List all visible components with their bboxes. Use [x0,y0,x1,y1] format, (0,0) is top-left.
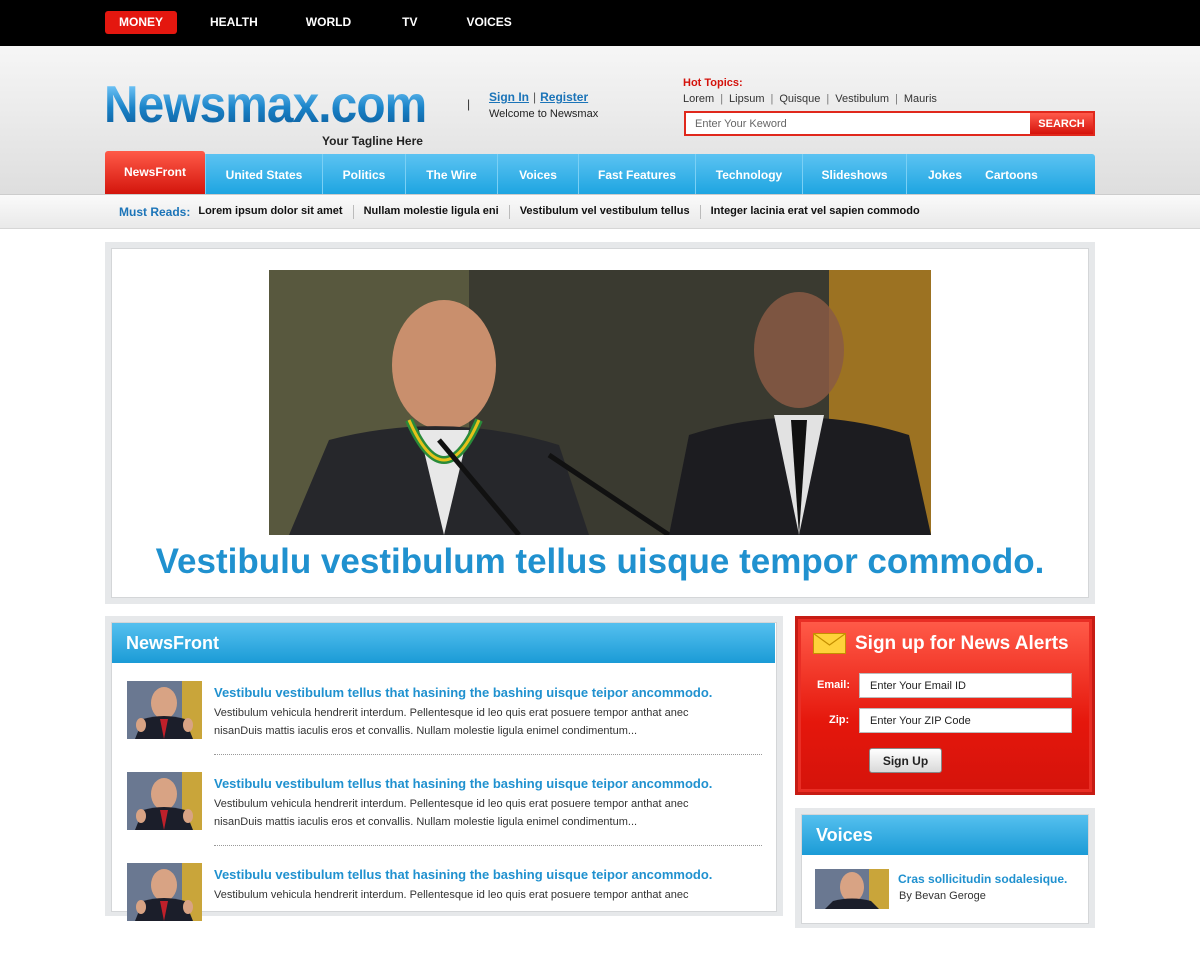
site-logo[interactable]: Newsmax.com [104,79,427,131]
nav-the-wire[interactable]: The Wire [405,154,497,194]
article-item: Vestibulu vestibulum tellus that hasinin… [127,863,767,954]
envelope-icon [813,633,846,654]
search-bar: SEARCH [684,111,1095,136]
nav-voices[interactable]: Voices [497,154,578,194]
nav-united-states[interactable]: United States [205,154,322,194]
article-divider [214,754,762,755]
nav-cartoons[interactable]: Cartoons [983,154,1040,194]
hero-headline[interactable]: Vestibulu vestibulum tellus uisque tempo… [111,542,1089,582]
top-nav-world[interactable]: WORLD [306,11,351,34]
must-read-link[interactable]: Vestibulum vel vestibulum tellus [508,205,700,219]
top-nav: MONEY HEALTH WORLD TV VOICES [105,11,545,34]
auth-links: Sign In | Register [489,90,588,104]
top-nav-health[interactable]: HEALTH [210,11,258,34]
sign-up-button[interactable]: Sign Up [869,748,942,773]
tagline: Your Tagline Here [322,134,423,148]
hot-topic-link[interactable]: Mauris [904,93,937,105]
must-reads-label: Must Reads: [119,205,191,219]
article-thumbnail[interactable] [127,863,202,921]
must-read-link[interactable]: Lorem ipsum dolor sit amet [198,205,352,219]
must-read-link[interactable]: Integer lacinia erat vel sapien commodo [699,205,930,219]
article-title[interactable]: Vestibulu vestibulum tellus that hasinin… [214,776,712,791]
hot-topic-link[interactable]: Lipsum [729,93,764,105]
signup-title: Sign up for News Alerts [855,633,1069,654]
email-field[interactable] [859,673,1072,698]
zip-field[interactable] [859,708,1072,733]
register-link[interactable]: Register [540,90,588,104]
nav-slideshows[interactable]: Slideshows [802,154,906,194]
nav-fast-features[interactable]: Fast Features [578,154,695,194]
voices-item-title[interactable]: Cras sollicitudin sodalesique. [898,872,1067,886]
search-input[interactable] [686,113,1030,134]
zip-label: Zip: [829,714,850,726]
voices-heading: Voices [802,815,1088,855]
article-summary: Vestibulum vehicula hendrerit interdum. … [214,707,689,737]
hot-topic-link[interactable]: Lorem [683,93,714,105]
main-nav: NewsFront United States Politics The Wir… [105,151,1095,194]
top-nav-voices[interactable]: VOICES [466,11,511,34]
article-thumbnail[interactable] [127,681,202,739]
hot-topic-link[interactable]: Vestibulum [835,93,889,105]
hot-topics-label: Hot Topics: [683,77,743,89]
article-summary: Vestibulum vehicula hendrerit interdum. … [214,889,689,901]
welcome-text: Welcome to Newsmax [489,108,599,120]
nav-jokes[interactable]: Jokes [906,154,983,194]
article-title[interactable]: Vestibulu vestibulum tellus that hasinin… [214,867,712,882]
nav-technology[interactable]: Technology [695,154,802,194]
voices-thumbnail[interactable] [815,869,889,909]
auth-separator: | [533,90,537,104]
article-title[interactable]: Vestibulu vestibulum tellus that hasinin… [214,685,712,700]
article-item: Vestibulu vestibulum tellus that hasinin… [127,772,767,863]
email-label: Email: [817,679,851,691]
hot-topics-list: Lorem | Lipsum | Quisque | Vestibulum | Maur… [683,93,937,105]
must-read-link[interactable]: Nullam molestie ligula eni [352,205,509,219]
article-item: Vestibulu vestibulum tellus that hasinin… [127,681,767,772]
article-thumbnail[interactable] [127,772,202,830]
must-reads: Must Reads: Lorem ipsum dolor sit amet N… [119,205,930,219]
nav-newsfront[interactable]: NewsFront [105,151,205,194]
top-nav-tv[interactable]: TV [402,11,417,34]
search-button[interactable]: SEARCH [1030,113,1093,134]
article-divider [214,845,762,846]
newsfront-heading: NewsFront [112,623,775,663]
sign-in-link[interactable]: Sign In [489,90,529,104]
top-nav-money[interactable]: MONEY [105,11,178,34]
header-divider: | [467,97,471,111]
voices-item-byline: By Bevan Geroge [899,890,986,902]
hot-topic-link[interactable]: Quisque [779,93,820,105]
hero-photo[interactable] [269,270,931,535]
article-summary: Vestibulum vehicula hendrerit interdum. … [214,798,689,828]
nav-politics[interactable]: Politics [322,154,405,194]
